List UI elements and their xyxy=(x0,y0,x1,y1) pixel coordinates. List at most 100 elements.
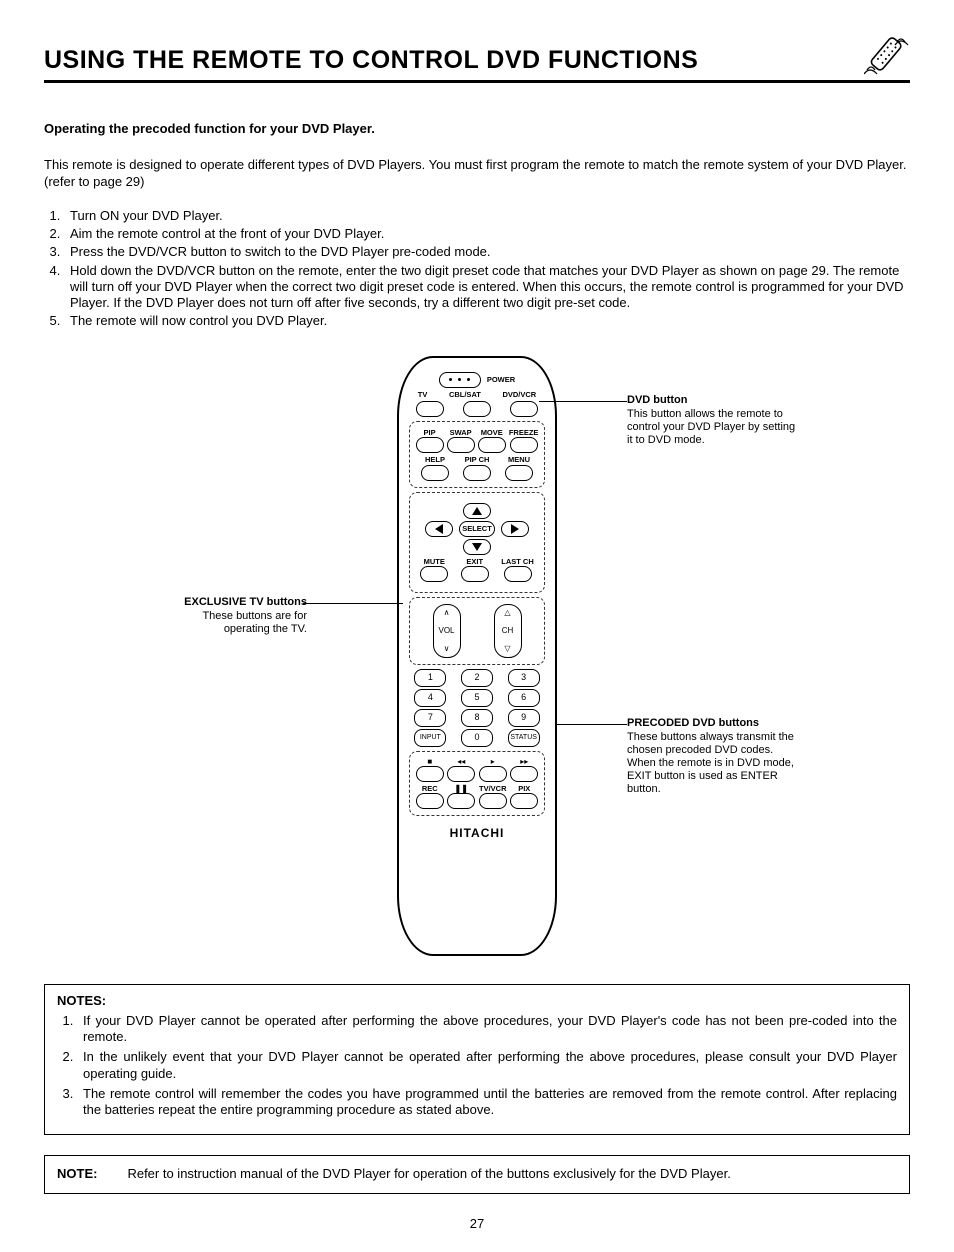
callout-exclusive-title: EXCLUSIVE TV buttons xyxy=(157,596,307,609)
leader-line xyxy=(555,724,627,726)
exit-button xyxy=(461,566,489,582)
freeze-label: FREEZE xyxy=(509,428,539,437)
num-6: 6 xyxy=(508,689,540,707)
step-item: Turn ON your DVD Player. xyxy=(64,208,910,224)
lastch-label: LAST CH xyxy=(501,557,534,566)
freeze-button xyxy=(510,437,538,453)
play-button xyxy=(479,766,507,782)
step-item: Press the DVD/VCR button to switch to th… xyxy=(64,244,910,260)
pip-button xyxy=(416,437,444,453)
cursor-section: SELECT MUTE EXIT LAST CH xyxy=(409,492,545,593)
ff-button xyxy=(510,766,538,782)
callout-precoded-title: PRECODED DVD buttons xyxy=(627,717,802,730)
up-arrow-icon xyxy=(472,507,482,515)
remote-body: POWER TV CBL/SAT DVD/VCR PIP SWAP MOVE F… xyxy=(397,356,557,956)
note-item: If your DVD Player cannot be operated af… xyxy=(77,1013,897,1046)
steps-list: Turn ON your DVD Player. Aim the remote … xyxy=(44,208,910,330)
num-0: 0 xyxy=(461,729,493,747)
vol-rocker: ∧VOL∨ xyxy=(433,604,461,658)
callout-dvd-title: DVD button xyxy=(627,394,797,407)
status-button: STATUS xyxy=(508,729,540,747)
select-button: SELECT xyxy=(459,521,495,537)
num-4: 4 xyxy=(414,689,446,707)
power-button xyxy=(439,372,481,388)
menu-label: MENU xyxy=(508,455,530,464)
right-arrow-icon xyxy=(511,524,519,534)
remote-icon xyxy=(864,36,910,76)
rec-label: REC xyxy=(422,784,438,793)
leader-line xyxy=(539,401,627,403)
note-label: NOTE: xyxy=(57,1166,97,1182)
num-9: 9 xyxy=(508,709,540,727)
dvdvcr-button xyxy=(510,401,538,417)
transport-section: ■ ◂◂ ▸ ▸▸ REC ❚❚ TV/VCR PIX xyxy=(409,751,545,816)
down-button xyxy=(463,539,491,555)
volch-section: ∧VOL∨ △CH▽ xyxy=(409,597,545,665)
left-arrow-icon xyxy=(435,524,443,534)
note-item: The remote control will remember the cod… xyxy=(77,1086,897,1119)
rec-button xyxy=(416,793,444,809)
intro-paragraph: This remote is designed to operate diffe… xyxy=(44,157,910,190)
up-button xyxy=(463,503,491,519)
select-label: SELECT xyxy=(462,524,492,533)
num-2: 2 xyxy=(461,669,493,687)
ch-label: CH xyxy=(502,626,514,636)
cblsat-label: CBL/SAT xyxy=(449,390,481,399)
left-button xyxy=(425,521,453,537)
num-5: 5 xyxy=(461,689,493,707)
note-item: In the unlikely event that your DVD Play… xyxy=(77,1049,897,1082)
pix-button xyxy=(510,793,538,809)
move-label: MOVE xyxy=(481,428,503,437)
remote-diagram: POWER TV CBL/SAT DVD/VCR PIP SWAP MOVE F… xyxy=(157,356,797,966)
ch-rocker: △CH▽ xyxy=(494,604,522,658)
notes-box: NOTES: If your DVD Player cannot be oper… xyxy=(44,984,910,1136)
rew-button xyxy=(447,766,475,782)
tv-button xyxy=(416,401,444,417)
num-7: 7 xyxy=(414,709,446,727)
exit-label: EXIT xyxy=(466,557,483,566)
num-1: 1 xyxy=(414,669,446,687)
help-button xyxy=(421,465,449,481)
tvvcr-label: TV/VCR xyxy=(479,784,507,793)
move-button xyxy=(478,437,506,453)
menu-button xyxy=(505,465,533,481)
pip-section: PIP SWAP MOVE FREEZE HELP PIP CH MENU xyxy=(409,421,545,488)
mute-label: MUTE xyxy=(424,557,445,566)
pip-label: PIP xyxy=(424,428,436,437)
input-button: INPUT xyxy=(414,729,446,747)
stop-button xyxy=(416,766,444,782)
page-header: USING THE REMOTE TO CONTROL DVD FUNCTION… xyxy=(44,36,910,83)
single-note-box: NOTE: Refer to instruction manual of the… xyxy=(44,1155,910,1193)
numpad: 123 456 789 INPUT 0 STATUS xyxy=(407,669,547,747)
mute-button xyxy=(420,566,448,582)
page-number: 27 xyxy=(44,1216,910,1232)
section-subheading: Operating the precoded function for your… xyxy=(44,121,910,137)
step-item: Hold down the DVD/VCR button on the remo… xyxy=(64,263,910,312)
pause-button xyxy=(447,793,475,809)
tvvcr-button xyxy=(479,793,507,809)
dvdvcr-label: DVD/VCR xyxy=(502,390,536,399)
num-8: 8 xyxy=(461,709,493,727)
power-label: POWER xyxy=(487,375,515,384)
callout-dvd-desc: This button allows the remote to control… xyxy=(627,408,797,448)
lastch-button xyxy=(504,566,532,582)
leader-line xyxy=(303,603,403,605)
right-button xyxy=(501,521,529,537)
callout-exclusive-desc: These buttons are for operating the TV. xyxy=(157,610,307,636)
callout-exclusive: EXCLUSIVE TV buttons These buttons are f… xyxy=(157,596,307,637)
swap-button xyxy=(447,437,475,453)
swap-label: SWAP xyxy=(450,428,472,437)
brand-label: HITACHI xyxy=(407,826,547,841)
page-title: USING THE REMOTE TO CONTROL DVD FUNCTION… xyxy=(44,45,698,76)
callout-precoded: PRECODED DVD buttons These buttons alway… xyxy=(627,717,802,797)
callouts-precoded-desc: These buttons always transmit the chosen… xyxy=(627,731,802,797)
step-item: Aim the remote control at the front of y… xyxy=(64,226,910,242)
note-text: Refer to instruction manual of the DVD P… xyxy=(127,1166,730,1182)
down-arrow-icon xyxy=(472,543,482,551)
help-label: HELP xyxy=(425,455,445,464)
callout-dvd: DVD button This button allows the remote… xyxy=(627,394,797,448)
pipch-button xyxy=(463,465,491,481)
vol-label: VOL xyxy=(438,626,454,636)
num-3: 3 xyxy=(508,669,540,687)
step-item: The remote will now control you DVD Play… xyxy=(64,313,910,329)
